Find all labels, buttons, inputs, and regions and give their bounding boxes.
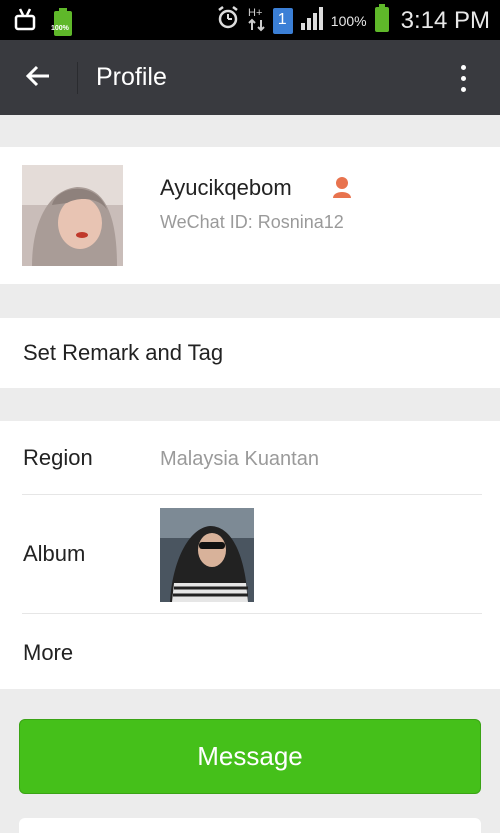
- sim-icon: 1: [272, 7, 293, 34]
- battery-small-label: 100%: [51, 24, 69, 32]
- data-arrows-icon: H+: [247, 4, 267, 37]
- message-button[interactable]: Message: [19, 719, 481, 794]
- region-label: Region: [23, 445, 93, 470]
- region-row: Region Malaysia Kuantan: [0, 421, 500, 494]
- more-label: More: [23, 640, 74, 665]
- android-icon: [14, 7, 36, 36]
- app-bar: Profile: [0, 40, 500, 115]
- clock: 3:14 PM: [400, 6, 490, 34]
- page-title: Profile: [96, 63, 167, 91]
- wechat-id: WeChat ID: Rosnina12: [160, 212, 344, 232]
- battery-full-icon: 100%: [50, 7, 76, 36]
- sim-label: 1: [277, 10, 287, 28]
- status-bar: 100% H+ 1 100% 3:14 PM: [0, 0, 500, 40]
- secondary-button[interactable]: [19, 818, 481, 833]
- back-button[interactable]: [16, 58, 60, 98]
- info-card: Region Malaysia Kuantan Album More: [0, 421, 500, 689]
- album-label: Album: [23, 541, 86, 566]
- svg-text:H+: H+: [248, 7, 262, 19]
- set-remark-row[interactable]: Set Remark and Tag: [0, 318, 500, 388]
- avatar[interactable]: [22, 165, 123, 266]
- region-value: Malaysia Kuantan: [160, 448, 319, 470]
- battery-percent: 100%: [330, 12, 367, 29]
- album-photo[interactable]: [160, 508, 254, 602]
- battery-icon: [373, 4, 391, 37]
- female-icon: [330, 175, 354, 204]
- arrow-left-icon: [24, 62, 52, 95]
- profile-name: Ayucikqebom: [160, 175, 292, 200]
- profile-card[interactable]: Ayucikqebom WeChat ID: Rosnina12: [0, 147, 500, 284]
- signal-icon: [299, 5, 325, 36]
- alarm-icon: [215, 5, 241, 36]
- more-row[interactable]: More: [0, 614, 500, 689]
- more-vert-icon[interactable]: [448, 58, 478, 98]
- app-bar-divider: [77, 62, 78, 94]
- status-left-icons: 100%: [14, 7, 76, 36]
- set-remark-label: Set Remark and Tag: [23, 340, 224, 365]
- status-right-icons: H+ 1 100% 3:14 PM: [215, 4, 490, 37]
